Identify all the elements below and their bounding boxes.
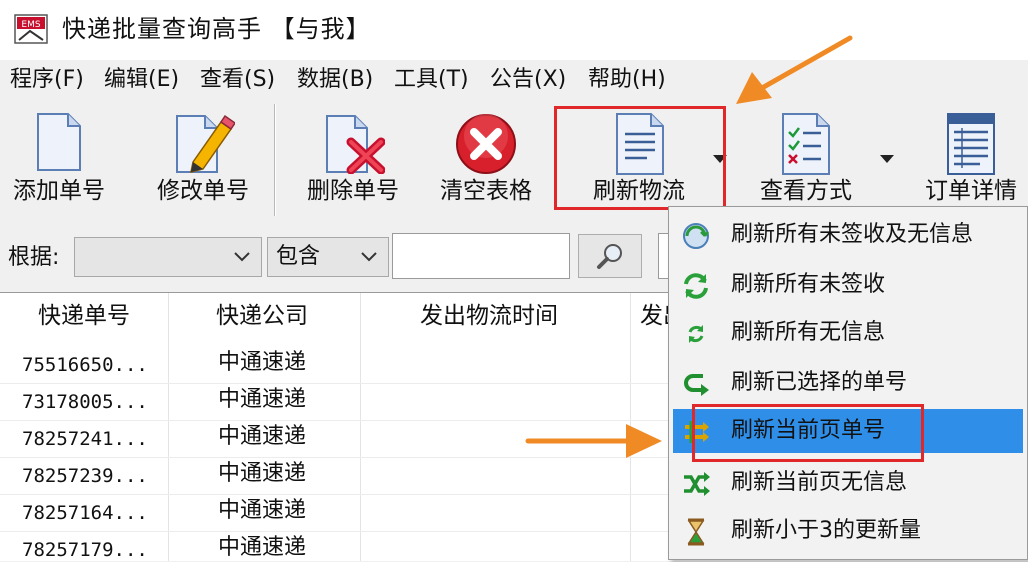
order-detail-button[interactable]: 订单详情: [914, 100, 1028, 218]
return-arrow-icon: [684, 374, 709, 396]
table-row-tracking[interactable]: 75516650...: [22, 353, 148, 377]
match-mode-select[interactable]: 包含: [267, 237, 389, 277]
menu-view[interactable]: 查看(S): [200, 66, 275, 94]
toolbar-separator: [274, 104, 276, 216]
clear-x-circle-icon: [456, 114, 516, 174]
chevron-down-icon: [234, 252, 250, 262]
page-delete-icon: [326, 115, 385, 174]
search-icon: [597, 244, 622, 269]
match-mode-value: 包含: [276, 244, 321, 269]
menu-item-label: 刷新当前页无信息: [731, 470, 908, 495]
green-cycle-icon: [684, 273, 708, 299]
header-courier[interactable]: 快递公司: [216, 301, 308, 331]
table-row-tracking[interactable]: 73178005...: [22, 390, 148, 414]
search-button[interactable]: [578, 234, 642, 278]
refresh-highlight-box: [554, 106, 726, 210]
table-row-tracking[interactable]: 78257241...: [22, 427, 148, 451]
menu-item-refresh-empty[interactable]: 刷新所有无信息: [673, 311, 1023, 355]
table-row-courier[interactable]: 中通速递: [218, 423, 306, 451]
column-divider: [168, 293, 169, 561]
menu-item-label: 刷新所有无信息: [731, 320, 886, 345]
menu-tools[interactable]: 工具(T): [394, 66, 469, 94]
view-mode-button[interactable]: 查看方式: [750, 100, 862, 218]
header-tracking-number[interactable]: 快递单号: [38, 301, 130, 331]
checklist-icon: [782, 113, 830, 175]
blank-page-icon: [37, 113, 81, 171]
table-row-courier[interactable]: 中通速递: [218, 497, 306, 525]
menu-item-refresh-current-page-empty[interactable]: 刷新当前页无信息: [673, 461, 1023, 505]
menu-item-refresh-unsigned[interactable]: 刷新所有未签收: [673, 263, 1023, 307]
edit-number-button[interactable]: 修改单号: [148, 100, 258, 218]
table-row-courier[interactable]: 中通速递: [218, 386, 306, 414]
table-row-tracking[interactable]: 78257239...: [22, 464, 148, 488]
menu-item-refresh-low-updates[interactable]: 刷新小于3的更新量: [673, 509, 1023, 553]
row-divider: [0, 457, 670, 458]
delete-number-label: 删除单号: [307, 178, 399, 204]
view-mode-label: 查看方式: [760, 178, 852, 204]
edit-number-label: 修改单号: [157, 178, 249, 204]
menu-program[interactable]: 程序(F): [10, 66, 84, 94]
table-row-courier[interactable]: 中通速递: [218, 460, 306, 488]
menu-notice[interactable]: 公告(X): [490, 66, 566, 94]
chevron-down-icon: [361, 252, 377, 262]
delete-number-button[interactable]: 删除单号: [296, 100, 410, 218]
globe-refresh-icon: [683, 223, 709, 249]
view-dropdown-caret-icon[interactable]: [880, 155, 894, 163]
menu-help[interactable]: 帮助(H): [588, 66, 666, 94]
clear-table-label: 清空表格: [440, 178, 532, 204]
clear-table-button[interactable]: 清空表格: [430, 100, 542, 218]
header-dispatch-time[interactable]: 发出物流时间: [420, 301, 558, 331]
menu-item-label: 刷新所有未签收及无信息: [731, 222, 974, 247]
refresh-dropdown-menu: 刷新所有未签收及无信息 刷新所有未签收 刷新所有无信息 刷新已选择的单号 刷新当…: [668, 206, 1028, 560]
hourglass-icon: [687, 518, 705, 546]
menu-data[interactable]: 数据(B): [297, 66, 373, 94]
svg-text:EMS: EMS: [21, 20, 40, 30]
query-input[interactable]: [392, 233, 570, 279]
menu-item-refresh-unsigned-and-empty[interactable]: 刷新所有未签收及无信息: [673, 213, 1023, 257]
table-row-tracking[interactable]: 78257164...: [22, 501, 148, 525]
row-divider: [0, 420, 670, 421]
order-detail-label: 订单详情: [925, 178, 1017, 204]
row-divider: [0, 531, 670, 532]
menu-item-label: 刷新小于3的更新量: [731, 518, 921, 543]
column-divider: [630, 293, 631, 561]
app-logo-icon: EMS: [14, 14, 48, 44]
menu-bar: 程序(F) 编辑(E) 查看(S) 数据(B) 工具(T) 公告(X) 帮助(H…: [0, 62, 1028, 98]
row-divider: [0, 383, 670, 384]
small-cycle-icon: [688, 325, 704, 343]
menu-item-refresh-selected[interactable]: 刷新已选择的单号: [673, 361, 1023, 405]
window-title: 快递批量查询高手 【与我】: [62, 15, 371, 43]
title-bar: EMS 快递批量查询高手 【与我】: [0, 0, 1028, 60]
add-number-button[interactable]: 添加单号: [4, 100, 114, 218]
row-divider: [0, 494, 670, 495]
table-row-courier[interactable]: 中通速递: [218, 349, 306, 377]
page-pencil-icon: [176, 114, 235, 174]
column-divider: [360, 293, 361, 561]
order-sheet-icon: [947, 113, 995, 175]
filter-field-select[interactable]: [74, 237, 262, 277]
shuffle-icon: [684, 472, 710, 496]
filter-label: 根据:: [8, 245, 60, 270]
menu-item-label: 刷新所有未签收: [731, 272, 886, 297]
table-row-tracking[interactable]: 78257179...: [22, 538, 148, 562]
menu-item-label: 刷新已选择的单号: [731, 370, 908, 395]
add-number-label: 添加单号: [13, 178, 105, 204]
table-row-courier[interactable]: 中通速递: [218, 534, 306, 562]
current-page-highlight-box: [692, 404, 924, 462]
menu-edit[interactable]: 编辑(E): [104, 66, 179, 94]
